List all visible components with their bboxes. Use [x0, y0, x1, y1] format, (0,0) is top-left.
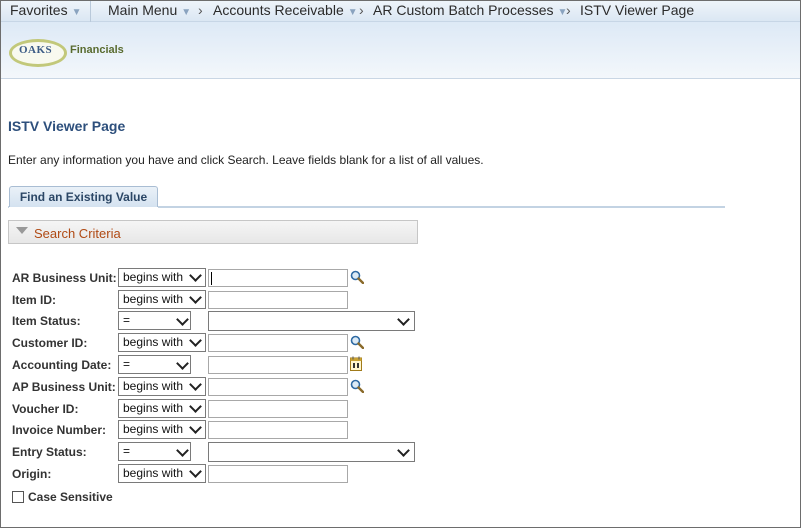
field-label: Item ID: — [12, 293, 57, 307]
customer-id-input[interactable] — [208, 334, 348, 352]
search-criteria-toggle[interactable]: Search Criteria — [8, 220, 418, 244]
field-label: Accounting Date: — [12, 358, 112, 372]
operator-select[interactable]: begins with — [118, 290, 206, 309]
case-sensitive-label: Case Sensitive — [28, 490, 113, 504]
field-row-accounting-date: Accounting Date: = — [0, 355, 801, 375]
field-row-ar-business-unit: AR Business Unit: begins with — [0, 268, 801, 288]
field-row-entry-status: Entry Status: = — [0, 442, 801, 462]
instructions-text: Enter any information you have and click… — [8, 153, 484, 167]
header-band: OAKS Financials — [1, 22, 800, 79]
field-row-origin: Origin: begins with — [0, 464, 801, 484]
search-icon[interactable] — [350, 270, 364, 284]
tab-divider — [8, 206, 9, 208]
operator-select[interactable]: = — [118, 442, 191, 461]
operator-value: = — [123, 444, 131, 458]
field-label: Invoice Number: — [12, 423, 107, 437]
search-icon[interactable] — [350, 335, 364, 349]
operator-select[interactable]: begins with — [118, 333, 206, 352]
tab-divider — [158, 206, 725, 208]
operator-value: = — [123, 357, 131, 371]
voucher-id-input[interactable] — [208, 400, 348, 418]
favorites-menu[interactable]: Favorites ▼ — [10, 2, 81, 18]
field-label: Voucher ID: — [12, 402, 79, 416]
text-cursor — [211, 272, 212, 285]
accounting-date-input[interactable] — [208, 356, 348, 374]
chevron-down-icon — [176, 357, 189, 370]
chevron-down-icon — [189, 291, 202, 304]
operator-value: begins with — [123, 401, 184, 415]
tab-find-existing-value[interactable]: Find an Existing Value — [9, 186, 158, 207]
search-criteria-label: Search Criteria — [34, 226, 121, 241]
operator-select[interactable]: begins with — [118, 420, 206, 439]
chevron-down-icon — [176, 313, 189, 326]
breadcrumb-separator: › — [359, 2, 364, 18]
case-sensitive-checkbox[interactable] — [12, 491, 24, 503]
chevron-down-icon — [397, 444, 410, 457]
favorites-dropdown-icon: ▼ — [71, 7, 82, 18]
chevron-down-icon — [189, 465, 202, 478]
logo-text-secondary: Financials — [70, 44, 124, 56]
field-label: Item Status: — [12, 314, 81, 328]
item-status-select[interactable] — [208, 311, 415, 331]
operator-value: begins with — [123, 466, 184, 480]
field-label: Entry Status: — [12, 445, 87, 459]
breadcrumb-label: ISTV Viewer Page — [580, 2, 695, 18]
operator-value: begins with — [123, 270, 184, 284]
operator-select[interactable]: begins with — [118, 268, 206, 287]
breadcrumb-istv-viewer[interactable]: ISTV Viewer Page — [580, 2, 694, 18]
main-menu-dropdown-icon: ▼ — [181, 7, 192, 18]
field-row-voucher-id: Voucher ID: begins with — [0, 399, 801, 419]
breadcrumb-dropdown-icon: ▼ — [347, 7, 358, 18]
item-id-input[interactable] — [208, 291, 348, 309]
operator-value: begins with — [123, 292, 184, 306]
page-title: ISTV Viewer Page — [8, 118, 126, 134]
field-label: AP Business Unit: — [12, 380, 116, 394]
chevron-down-icon — [189, 378, 202, 391]
field-row-item-status: Item Status: = — [0, 311, 801, 331]
field-row-customer-id: Customer ID: begins with — [0, 333, 801, 353]
chevron-down-icon — [189, 421, 202, 434]
breadcrumb-ar-custom-batch[interactable]: AR Custom Batch Processes ▼ — [373, 2, 567, 18]
oaks-logo: OAKS Financials — [9, 39, 124, 69]
entry-status-select[interactable] — [208, 442, 415, 462]
field-row-ap-business-unit: AP Business Unit: begins with — [0, 377, 801, 397]
field-label: Customer ID: — [12, 336, 88, 350]
breadcrumb-label: Accounts Receivable — [213, 2, 344, 18]
nav-divider — [90, 1, 91, 22]
field-row-item-id: Item ID: begins with — [0, 290, 801, 310]
operator-value: begins with — [123, 422, 184, 436]
operator-value: begins with — [123, 379, 184, 393]
operator-value: begins with — [123, 335, 184, 349]
logo-text-primary: OAKS — [19, 44, 53, 56]
field-label: AR Business Unit: — [12, 271, 117, 285]
ap-business-unit-input[interactable] — [208, 378, 348, 396]
operator-select[interactable]: = — [118, 311, 191, 330]
main-menu-label: Main Menu — [108, 2, 178, 18]
invoice-number-input[interactable] — [208, 421, 348, 439]
collapse-triangle-icon — [16, 227, 28, 234]
chevron-down-icon — [189, 269, 202, 282]
origin-input[interactable] — [208, 465, 348, 483]
breadcrumb-accounts-receivable[interactable]: Accounts Receivable ▼ — [213, 2, 358, 18]
calendar-icon[interactable] — [350, 356, 362, 371]
chevron-down-icon — [189, 400, 202, 413]
favorites-label: Favorites — [10, 2, 68, 18]
breadcrumb-separator: › — [566, 2, 571, 18]
operator-select[interactable]: begins with — [118, 464, 206, 483]
field-row-invoice-number: Invoice Number: begins with — [0, 420, 801, 440]
chevron-down-icon — [189, 334, 202, 347]
ar-business-unit-input[interactable] — [208, 269, 348, 287]
operator-value: = — [123, 313, 131, 327]
operator-select[interactable]: begins with — [118, 399, 206, 418]
field-label: Origin: — [12, 467, 52, 481]
breadcrumb-separator: › — [198, 2, 203, 18]
search-icon[interactable] — [350, 379, 364, 393]
operator-select[interactable]: begins with — [118, 377, 206, 396]
chevron-down-icon — [397, 313, 410, 326]
breadcrumb-label: AR Custom Batch Processes — [373, 2, 554, 18]
chevron-down-icon — [176, 444, 189, 457]
operator-select[interactable]: = — [118, 355, 191, 374]
main-menu[interactable]: Main Menu ▼ — [108, 2, 191, 18]
top-nav-bar: Favorites ▼ Main Menu ▼ › Accounts Receiva… — [1, 1, 800, 22]
